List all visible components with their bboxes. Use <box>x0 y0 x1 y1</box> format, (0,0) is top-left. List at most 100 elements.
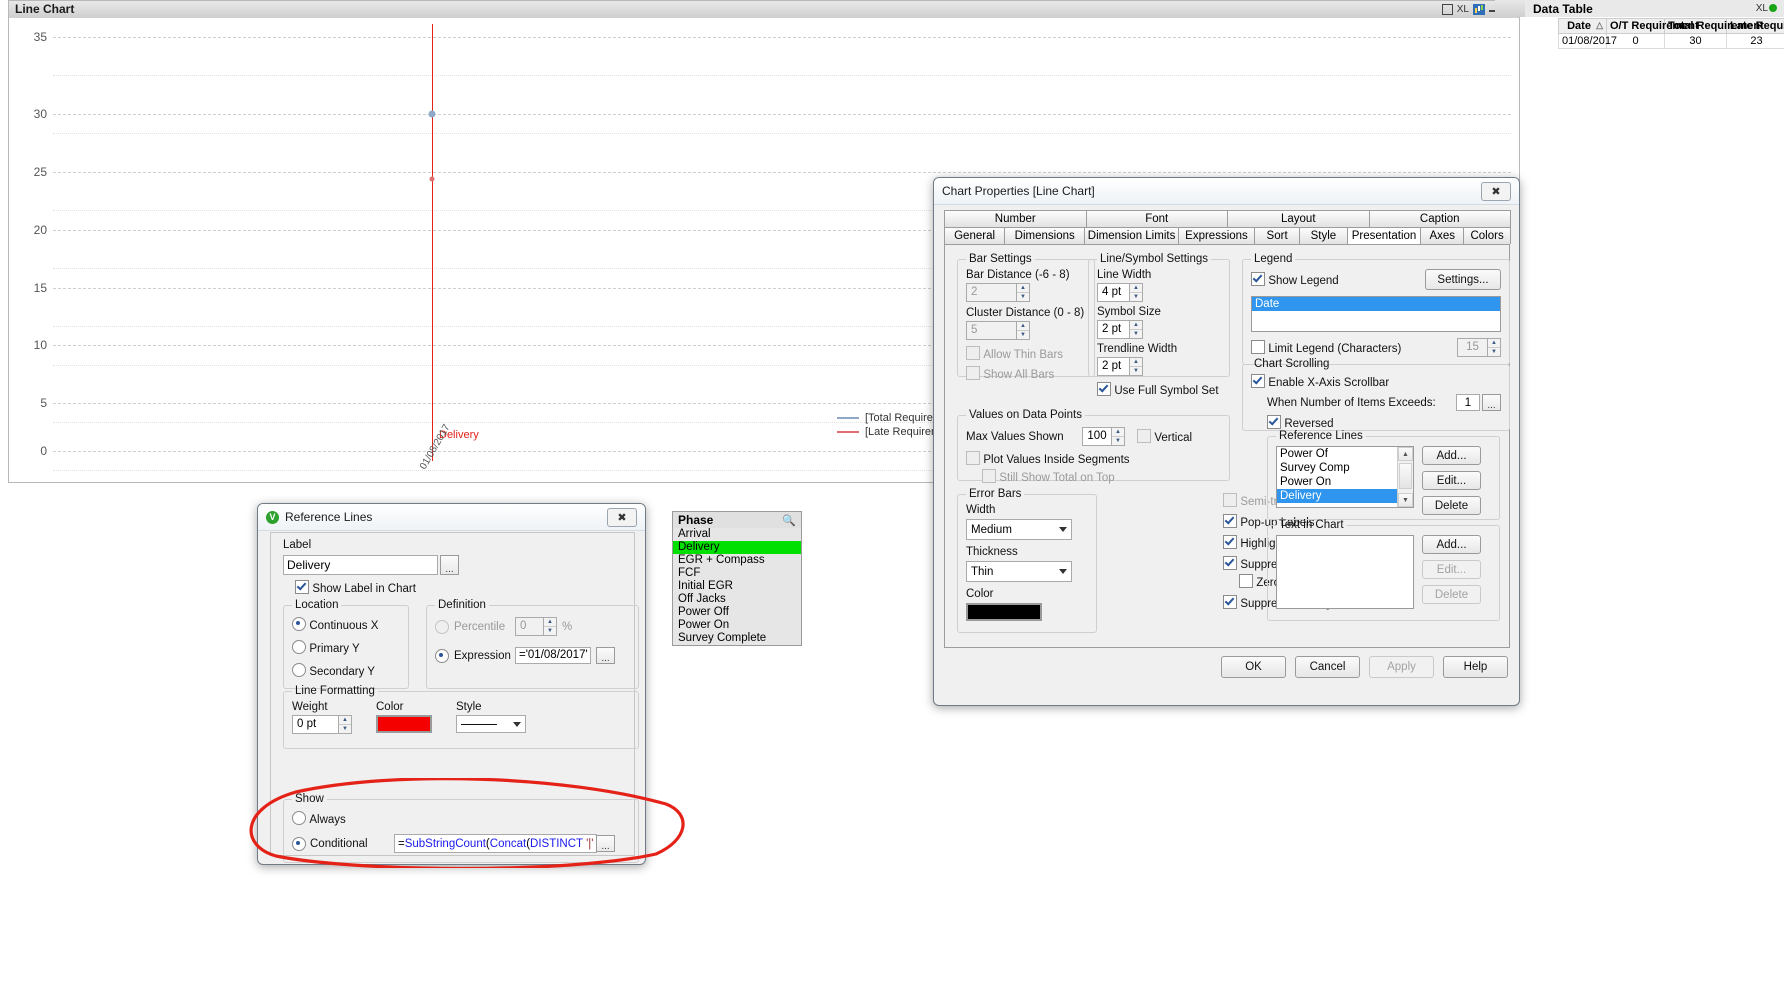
vertical-checkbox[interactable]: Vertical <box>1137 429 1192 444</box>
list-item-egr-compass[interactable]: EGR + Compass <box>673 554 801 567</box>
reference-lines-add-button[interactable]: Add... <box>1422 446 1481 465</box>
reversed-checkbox[interactable]: Reversed <box>1251 415 1501 430</box>
show-label-in-chart-checkbox[interactable]: Show Label in Chart <box>295 580 416 595</box>
cluster-distance-value[interactable]: 5 <box>966 321 1016 340</box>
spin-down-icon[interactable]: ▼ <box>1130 367 1142 375</box>
expression-browse-button[interactable]: ... <box>596 647 615 664</box>
xl-icon[interactable]: XL <box>1756 3 1768 14</box>
save-icon[interactable] <box>1441 4 1453 15</box>
cell-date[interactable]: 01/08/2017 <box>1558 33 1617 49</box>
when-exceeds-browse-button[interactable]: ... <box>1482 394 1501 411</box>
label-input[interactable]: Delivery <box>283 555 438 575</box>
cluster-distance-spin-buttons[interactable]: ▲ ▼ <box>1016 321 1030 340</box>
spin-down-icon[interactable]: ▼ <box>1488 348 1500 356</box>
cluster-distance-stepper[interactable]: 5 ▲ ▼ <box>966 321 1030 340</box>
plot-values-inside-segments-checkbox[interactable]: Plot Values Inside Segments <box>966 451 1221 466</box>
list-item-delivery[interactable]: Delivery <box>673 541 801 554</box>
tab-style[interactable]: Style <box>1299 227 1348 244</box>
tab-sort[interactable]: Sort <box>1254 227 1301 244</box>
list-item-survey-complete[interactable]: Survey Complete <box>673 632 801 645</box>
weight-stepper[interactable]: 0 pt ▲ ▼ <box>292 715 352 734</box>
close-icon[interactable]: ✖ <box>607 507 637 527</box>
location-option-continuous-x[interactable]: Continuous X <box>292 617 400 632</box>
bar-distance-value[interactable]: 2 <box>966 283 1016 302</box>
list-item[interactable]: Delivery <box>1277 489 1413 503</box>
spin-down-icon[interactable]: ▼ <box>1112 437 1124 445</box>
checkbox-icon[interactable] <box>1251 374 1265 388</box>
tab-number[interactable]: Number <box>944 210 1087 227</box>
error-bars-thickness-select[interactable]: Thin <box>966 561 1072 582</box>
radio-icon[interactable] <box>435 648 449 663</box>
data-table[interactable]: Date △ O/T Requirement Total Requirement… <box>1558 18 1784 49</box>
spin-down-icon[interactable]: ▼ <box>1130 293 1142 301</box>
checkbox-icon[interactable] <box>966 451 980 465</box>
reference-lines-titlebar[interactable]: V Reference Lines ✖ <box>258 504 645 531</box>
bar-distance-stepper[interactable]: 2 ▲ ▼ <box>966 283 1030 302</box>
text-in-chart-add-button[interactable]: Add... <box>1422 535 1481 554</box>
checkbox-icon[interactable] <box>295 580 309 594</box>
cell-total-requirement[interactable]: 30 <box>1664 33 1727 49</box>
checkbox-icon[interactable] <box>1223 556 1237 570</box>
tab-expressions[interactable]: Expressions <box>1177 227 1256 244</box>
use-full-symbol-set-checkbox[interactable]: Use Full Symbol Set <box>1097 382 1221 397</box>
spin-up-icon[interactable]: ▲ <box>1112 428 1124 437</box>
error-bars-color-swatch[interactable] <box>966 603 1042 621</box>
phase-listbox[interactable]: Phase 🔍 Arrival Delivery EGR + Compass F… <box>672 511 802 646</box>
limit-legend-value[interactable]: 15 <box>1457 338 1487 357</box>
reference-lines-edit-button[interactable]: Edit... <box>1422 471 1481 490</box>
still-show-total-on-top-checkbox[interactable]: Still Show Total on Top <box>966 469 1221 484</box>
chevron-down-icon[interactable] <box>513 721 521 727</box>
checkbox-icon[interactable] <box>1251 340 1265 354</box>
spin-up-icon[interactable]: ▲ <box>1488 339 1500 348</box>
line-style-select[interactable] <box>456 715 526 733</box>
weight-spin-buttons[interactable]: ▲ ▼ <box>338 715 352 734</box>
chevron-down-icon[interactable] <box>1059 569 1067 574</box>
list-item[interactable]: Power Of <box>1277 447 1413 461</box>
max-values-shown-value[interactable]: 100 <box>1082 427 1111 446</box>
cell-late-requirement[interactable]: 23 <box>1726 33 1784 49</box>
reference-lines-listbox[interactable]: Power Of Survey Comp Power On Delivery ▲… <box>1276 446 1414 508</box>
line-color-swatch[interactable] <box>376 715 432 733</box>
spin-up-icon[interactable]: ▲ <box>1130 321 1142 330</box>
radio-icon[interactable] <box>292 811 306 825</box>
column-header-date[interactable]: Date △ <box>1558 18 1607 34</box>
chart-properties-titlebar[interactable]: Chart Properties [Line Chart] ✖ <box>934 178 1519 205</box>
column-header-late-requirement[interactable]: Late Requirement <box>1726 18 1784 34</box>
when-exceeds-value[interactable]: 1 <box>1456 394 1480 411</box>
trendline-width-stepper[interactable]: 2 pt ▲ ▼ <box>1097 357 1143 376</box>
tab-dimensions[interactable]: Dimensions <box>1004 227 1086 244</box>
symbol-size-spin-buttons[interactable]: ▲ ▼ <box>1129 320 1143 339</box>
chevron-down-icon[interactable] <box>1059 527 1067 532</box>
spin-down-icon[interactable]: ▼ <box>1017 331 1029 339</box>
radio-icon[interactable] <box>292 663 306 677</box>
scroll-thumb[interactable] <box>1399 463 1412 489</box>
expression-input[interactable]: ='01/08/2017' <box>515 647 591 664</box>
list-item-fcf[interactable]: FCF <box>673 567 801 580</box>
list-item-off-jacks[interactable]: Off Jacks <box>673 593 801 606</box>
reference-lines-delete-button[interactable]: Delete <box>1422 496 1481 515</box>
radio-icon[interactable] <box>292 640 306 654</box>
checkbox-icon[interactable] <box>1223 514 1237 528</box>
spin-up-icon[interactable]: ▲ <box>1130 358 1142 367</box>
conditional-expression-input[interactable]: =SubStringCount(Concat(DISTINCT '|' & Ph… <box>394 834 597 853</box>
data-point-late-requirement[interactable] <box>429 176 435 182</box>
trendline-width-spin-buttons[interactable]: ▲ ▼ <box>1129 357 1143 376</box>
checkbox-icon[interactable] <box>1239 574 1253 588</box>
sort-ascending-icon[interactable]: △ <box>1596 20 1603 31</box>
symbol-size-stepper[interactable]: 2 pt ▲ ▼ <box>1097 320 1143 339</box>
spin-down-icon[interactable]: ▼ <box>339 725 351 733</box>
tab-axes[interactable]: Axes <box>1420 227 1465 244</box>
line-width-value[interactable]: 4 pt <box>1097 283 1129 302</box>
legend-settings-button[interactable]: Settings... <box>1425 269 1501 290</box>
spin-up-icon[interactable]: ▲ <box>1017 322 1029 331</box>
tabs-bottom-row[interactable]: General Dimensions Dimension Limits Expr… <box>944 227 1511 244</box>
xl-icon[interactable]: XL <box>1457 1 1469 18</box>
allow-thin-bars-checkbox[interactable]: Allow Thin Bars <box>966 346 1086 361</box>
label-browse-button[interactable]: ... <box>440 555 459 575</box>
list-item[interactable]: Date <box>1252 297 1500 311</box>
weight-value[interactable]: 0 pt <box>292 715 338 734</box>
tab-caption[interactable]: Caption <box>1368 210 1511 227</box>
limit-legend-checkbox[interactable]: Limit Legend (Characters) <box>1251 340 1401 355</box>
chart-icon[interactable] <box>1473 4 1485 15</box>
table-header-row[interactable]: Date △ O/T Requirement Total Requirement… <box>1558 18 1784 34</box>
